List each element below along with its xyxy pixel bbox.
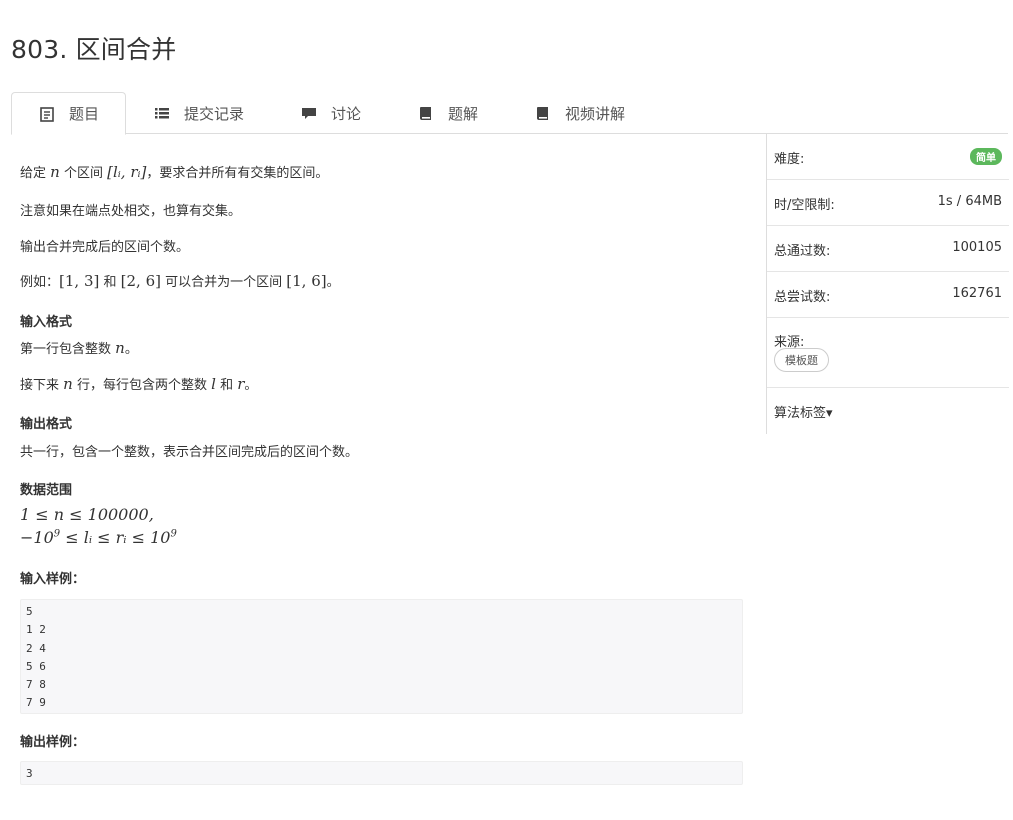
book-icon xyxy=(418,105,434,121)
tab-label: 题解 xyxy=(448,104,479,123)
code-line: 7 9 xyxy=(26,696,46,710)
limit-label: 时/空限制: xyxy=(774,198,835,213)
code-line: 3 xyxy=(26,767,33,780)
data-range-line-1: 1 ≤ n ≤ 100000, xyxy=(20,505,154,524)
description-line-1: 给定 n 个区间 [lᵢ, rᵢ]，要求合并所有有交集的区间。 xyxy=(20,163,329,181)
limit-value: 1s / 64MB xyxy=(937,194,1002,209)
difficulty-badge: 简单 xyxy=(970,148,1002,165)
passed-row: 总通过数: 100105 xyxy=(767,226,1009,272)
sample-output-heading: 输出样例： xyxy=(20,735,86,750)
output-format-line: 共一行，包含一个整数，表示合并区间完成后的区间个数。 xyxy=(20,445,359,460)
passed-value: 100105 xyxy=(952,240,1002,255)
input-format-heading: 输入格式 xyxy=(20,315,73,330)
sample-input-block[interactable]: 5 1 2 2 4 5 6 7 8 7 9 xyxy=(20,599,743,714)
description-example: 例如：[1, 3] 和 [2, 6] 可以合并为一个区间 [1, 6]。 xyxy=(20,272,340,290)
code-line: 5 xyxy=(26,605,33,618)
source-row: 来源: 模板题 xyxy=(767,318,1009,388)
passed-label: 总通过数: xyxy=(774,244,831,259)
code-line: 1 2 xyxy=(26,623,46,637)
tab-label: 提交记录 xyxy=(184,104,245,123)
tab-submissions[interactable]: 提交记录 xyxy=(154,92,244,134)
input-format-line-2: 接下来 n 行，每行包含两个整数 l 和 r。 xyxy=(20,375,258,393)
input-format-line-1: 第一行包含整数 n。 xyxy=(20,339,138,357)
difficulty-row: 难度: 简单 xyxy=(767,134,1009,180)
limit-row: 时/空限制: 1s / 64MB xyxy=(767,180,1009,226)
tab-label: 讨论 xyxy=(331,104,362,123)
tried-label: 总尝试数: xyxy=(774,290,831,305)
data-range-heading: 数据范围 xyxy=(20,483,73,498)
description-line-2: 注意如果在端点处相交，也算有交集。 xyxy=(20,204,242,219)
tab-problem[interactable]: 题目 xyxy=(11,92,126,135)
code-line: 2 4 xyxy=(26,641,46,655)
document-icon xyxy=(39,106,55,122)
tab-discussion[interactable]: 讨论 xyxy=(301,92,361,134)
output-format-heading: 输出格式 xyxy=(20,417,73,432)
sample-input-heading: 输入样例： xyxy=(20,572,86,587)
tried-row: 总尝试数: 162761 xyxy=(767,272,1009,318)
tab-label: 题目 xyxy=(69,105,100,123)
source-tag[interactable]: 模板题 xyxy=(774,348,829,372)
tab-label: 视频讲解 xyxy=(565,104,626,123)
description-line-3: 输出合并完成后的区间个数。 xyxy=(20,240,190,255)
difficulty-label: 难度: xyxy=(774,152,805,167)
tried-value: 162761 xyxy=(952,286,1002,301)
algo-tags-toggle[interactable]: 算法标签▾ xyxy=(774,402,833,421)
algo-tags-row[interactable]: 算法标签▾ xyxy=(767,388,1009,434)
data-range-line-2: −109 ≤ lᵢ ≤ rᵢ ≤ 109 xyxy=(20,528,177,547)
sample-output-block[interactable]: 3 xyxy=(20,761,743,785)
list-icon xyxy=(154,105,170,121)
page-title: 803. 区间合并 xyxy=(11,35,177,64)
comment-icon xyxy=(301,105,317,121)
tab-bar: 题目 提交记录 讨论 题解 视频讲解 xyxy=(11,92,1008,135)
tab-video[interactable]: 视频讲解 xyxy=(535,92,625,134)
code-line: 5 6 xyxy=(26,659,46,673)
tab-solutions[interactable]: 题解 xyxy=(418,92,478,134)
code-line: 7 8 xyxy=(26,678,46,692)
book-icon xyxy=(535,105,551,121)
problem-info-sidebar: 难度: 简单 时/空限制: 1s / 64MB 总通过数: 100105 总尝试… xyxy=(766,134,1009,434)
